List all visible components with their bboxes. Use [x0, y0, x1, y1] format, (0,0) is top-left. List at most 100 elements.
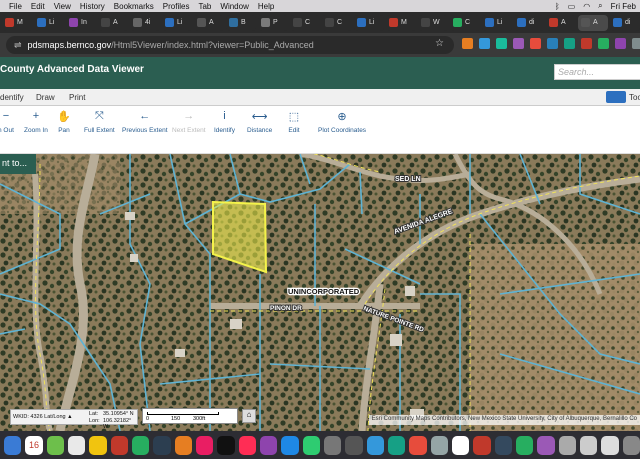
dock-app-icon[interactable] [46, 435, 64, 455]
browser-tab[interactable]: C [322, 14, 352, 31]
menu-view[interactable]: View [54, 2, 71, 11]
clock[interactable]: Fri Feb [611, 2, 636, 11]
search-input[interactable]: Search... [554, 64, 640, 80]
dock-app-icon[interactable] [302, 435, 320, 455]
extension-icon[interactable] [479, 38, 490, 49]
menu-bookmarks[interactable]: Bookmarks [114, 2, 154, 11]
extension-icon[interactable] [615, 38, 626, 49]
dock-app-icon[interactable] [4, 435, 22, 455]
bookmark-star-icon[interactable]: ☆ [435, 38, 444, 49]
tool-previous-extent[interactable]: ← Previous Extent [122, 109, 168, 134]
battery-icon[interactable]: ▭ [568, 2, 576, 11]
map-view[interactable]: SED LN AVENIDA ALEGRE UNINCORPORATED PIN… [0, 154, 640, 431]
dock-app-icon[interactable] [494, 435, 512, 455]
dock-app-icon[interactable] [451, 435, 470, 455]
dock-app-icon[interactable] [515, 435, 534, 455]
browser-tab[interactable]: A [546, 14, 576, 31]
dock-app-icon[interactable] [153, 435, 171, 455]
menu-print[interactable]: Print [69, 93, 85, 102]
overview-map-button[interactable]: ⌂ [242, 409, 256, 423]
dock-app-icon[interactable] [366, 435, 384, 455]
browser-tab[interactable]: di [610, 14, 640, 31]
tool-zoom-in[interactable]: + Zoom In [24, 109, 48, 134]
menu-draw[interactable]: Draw [36, 93, 55, 102]
tab-label: Li [497, 19, 503, 26]
dock-app-icon[interactable] [323, 435, 342, 455]
tab-label: P [273, 19, 278, 26]
browser-tab[interactable]: In [66, 14, 96, 31]
calendar-app-icon[interactable]: 16 [25, 435, 43, 455]
browser-tab[interactable]: di [514, 14, 544, 31]
dock-app-icon[interactable] [387, 435, 406, 455]
dock-app-icon[interactable] [601, 435, 619, 455]
tool-plot-coordinates[interactable]: ⊕ Plot Coordinates [318, 109, 366, 135]
browser-tab[interactable]: C [450, 14, 480, 31]
dock-app-icon[interactable] [622, 435, 640, 455]
dock-app-icon[interactable] [430, 435, 448, 455]
dock-app-icon[interactable] [409, 435, 427, 455]
toolbar-toggle-checkbox[interactable] [606, 91, 626, 103]
dock-app-icon[interactable] [259, 435, 278, 455]
dock-app-icon[interactable] [195, 435, 214, 455]
browser-tab[interactable]: M [2, 14, 32, 31]
tool-distance[interactable]: ⟷ Distance [247, 109, 272, 135]
browser-tab[interactable]: Li [162, 14, 192, 31]
dock-app-icon[interactable] [131, 435, 150, 455]
url-field[interactable]: ⇌ pdsmaps.bernco.gov/Html5Viewer/index.h… [6, 36, 454, 54]
aerial-map[interactable]: SED LN AVENIDA ALEGRE UNINCORPORATED PIN… [0, 154, 640, 431]
search-spotlight-icon[interactable]: ⌕ [598, 1, 602, 11]
dock-app-icon[interactable] [537, 435, 555, 455]
dock-app-icon[interactable] [558, 435, 576, 455]
extension-icon[interactable] [547, 38, 558, 49]
site-info-icon[interactable]: ⇌ [14, 40, 22, 51]
menu-profiles[interactable]: Profiles [163, 2, 190, 11]
dock-app-icon[interactable] [345, 435, 363, 455]
browser-tab[interactable]: C [290, 14, 320, 31]
extension-icon[interactable] [632, 38, 640, 49]
dock-app-icon[interactable] [281, 435, 299, 455]
menu-tab[interactable]: Tab [198, 2, 211, 11]
menu-edit[interactable]: Edit [31, 2, 45, 11]
dock-app-icon[interactable] [238, 435, 256, 455]
dock-app-icon[interactable] [89, 435, 107, 455]
tool-zoom-out[interactable]: − n Out [0, 109, 14, 134]
menu-file[interactable]: File [9, 2, 22, 11]
tab-label: M [401, 19, 407, 26]
browser-tab[interactable]: Li [34, 14, 64, 31]
menu-identify[interactable]: dentify [0, 93, 24, 102]
browser-tab[interactable]: Li [482, 14, 512, 31]
browser-tab[interactable]: A [194, 14, 224, 31]
browser-tab[interactable]: M [386, 14, 416, 31]
browser-tab[interactable]: P [258, 14, 288, 31]
go-to-button[interactable]: nt to... [0, 154, 36, 174]
menu-history[interactable]: History [80, 2, 105, 11]
menu-help[interactable]: Help [258, 2, 274, 11]
wifi-icon[interactable]: ◠ [583, 2, 590, 11]
tool-identify[interactable]: i Identify [214, 109, 235, 134]
tool-full-extent[interactable]: ⤧ Full Extent [84, 109, 115, 135]
extension-icon[interactable] [530, 38, 541, 49]
browser-tab[interactable]: B [226, 14, 256, 31]
extension-icon[interactable] [496, 38, 507, 49]
dock-app-icon[interactable] [110, 435, 128, 455]
browser-tab[interactable]: Li [354, 14, 384, 31]
extension-icon[interactable] [513, 38, 524, 49]
bluetooth-icon[interactable]: ᛒ [555, 2, 560, 11]
browser-tab[interactable]: A [578, 14, 608, 31]
dock-app-icon[interactable] [174, 435, 192, 455]
browser-tab[interactable]: W [418, 14, 448, 31]
extension-icon[interactable] [564, 38, 575, 49]
menu-window[interactable]: Window [220, 2, 248, 11]
extension-icon[interactable] [462, 38, 473, 49]
coordinate-system-selector[interactable]: WKID: 4326 Lat/Long ▲ [13, 414, 73, 420]
dock-app-icon[interactable] [473, 435, 491, 455]
browser-tab[interactable]: A [98, 14, 128, 31]
extension-icon[interactable] [598, 38, 609, 49]
dock-app-icon[interactable] [67, 435, 86, 455]
dock-app-icon[interactable] [217, 435, 235, 455]
tool-pan[interactable]: ✋ Pan [57, 109, 71, 135]
extension-icon[interactable] [581, 38, 592, 49]
dock-app-icon[interactable] [579, 435, 598, 455]
browser-tab[interactable]: 4i [130, 14, 160, 31]
tool-edit[interactable]: ⬚ Edit [287, 109, 301, 135]
